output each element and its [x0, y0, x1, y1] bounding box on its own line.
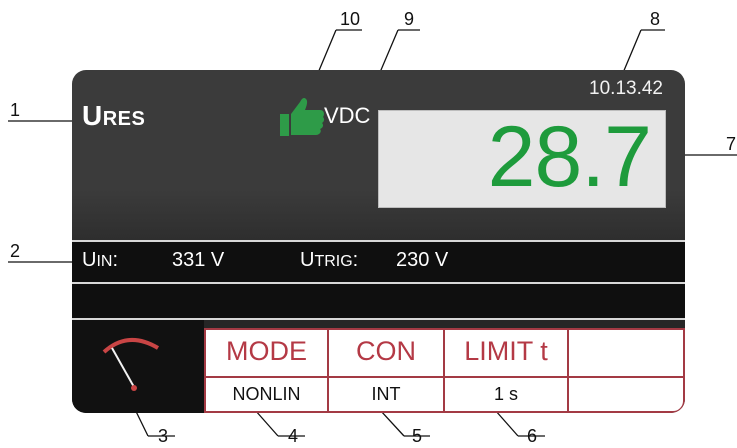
- softkey-con-label: CON: [356, 336, 416, 366]
- softkey-divider: [329, 376, 443, 378]
- callout-6: 6: [527, 426, 538, 446]
- softkey-divider: [445, 376, 567, 378]
- softkey-limit-label: LIMIT t: [464, 336, 548, 366]
- thumbs-up-icon: [280, 98, 325, 136]
- device-screen: 10.13.42 URES VDC 28.7 UIN: 331 V UTRIG:…: [72, 70, 685, 413]
- unit-label: VDC: [324, 103, 371, 128]
- softkey-empty[interactable]: [569, 330, 683, 411]
- callout-1: 1: [10, 100, 21, 120]
- softkey-mode-label: MODE: [226, 336, 307, 366]
- softkey-bar: MODE NONLIN CON INT LIMIT t 1 s: [204, 328, 685, 413]
- uin-value: 331 V: [172, 249, 225, 271]
- uin-sub: IN: [96, 253, 113, 270]
- utrig-sub: TRIG: [314, 253, 353, 270]
- empty-info-row: [72, 284, 685, 320]
- utrig-value: 230 V: [396, 249, 449, 271]
- uin-label: UIN:: [82, 249, 118, 272]
- measurement-title: URES: [82, 100, 145, 132]
- callout-9: 9: [404, 9, 415, 29]
- uin-suffix: :: [112, 249, 119, 271]
- softkey-mode[interactable]: MODE NONLIN: [206, 330, 329, 411]
- callout-5: 5: [412, 426, 423, 446]
- utrig-suffix: :: [352, 249, 359, 271]
- utrig-main: U: [300, 249, 315, 271]
- callout-8: 8: [650, 9, 661, 29]
- clock-display: 10.13.42: [589, 78, 663, 99]
- softkey-limit-value: 1 s: [493, 384, 518, 404]
- callout-4: 4: [288, 426, 299, 446]
- softkey-con[interactable]: CON INT: [329, 330, 445, 411]
- callout-2: 2: [10, 241, 21, 261]
- callout-7: 7: [726, 134, 737, 154]
- value-display: 28.7: [378, 109, 666, 208]
- meter-gauge-icon: [102, 338, 160, 391]
- softkey-divider: [206, 376, 327, 378]
- title-sub: RES: [102, 108, 146, 130]
- softkey-con-value: INT: [371, 384, 401, 404]
- callout-10: 10: [340, 9, 361, 29]
- softkey-mode-value: NONLIN: [232, 384, 301, 404]
- info-row: UIN: 331 V UTRIG: 230 V: [72, 240, 685, 284]
- uin-main: U: [82, 249, 97, 271]
- softkey-limit[interactable]: LIMIT t 1 s: [445, 330, 569, 411]
- softkey-divider: [569, 376, 683, 378]
- meter-button[interactable]: [72, 320, 204, 413]
- callout-3: 3: [158, 426, 169, 446]
- title-main: U: [82, 100, 103, 131]
- measured-value: 28.7: [487, 109, 652, 205]
- utrig-label: UTRIG:: [300, 249, 358, 272]
